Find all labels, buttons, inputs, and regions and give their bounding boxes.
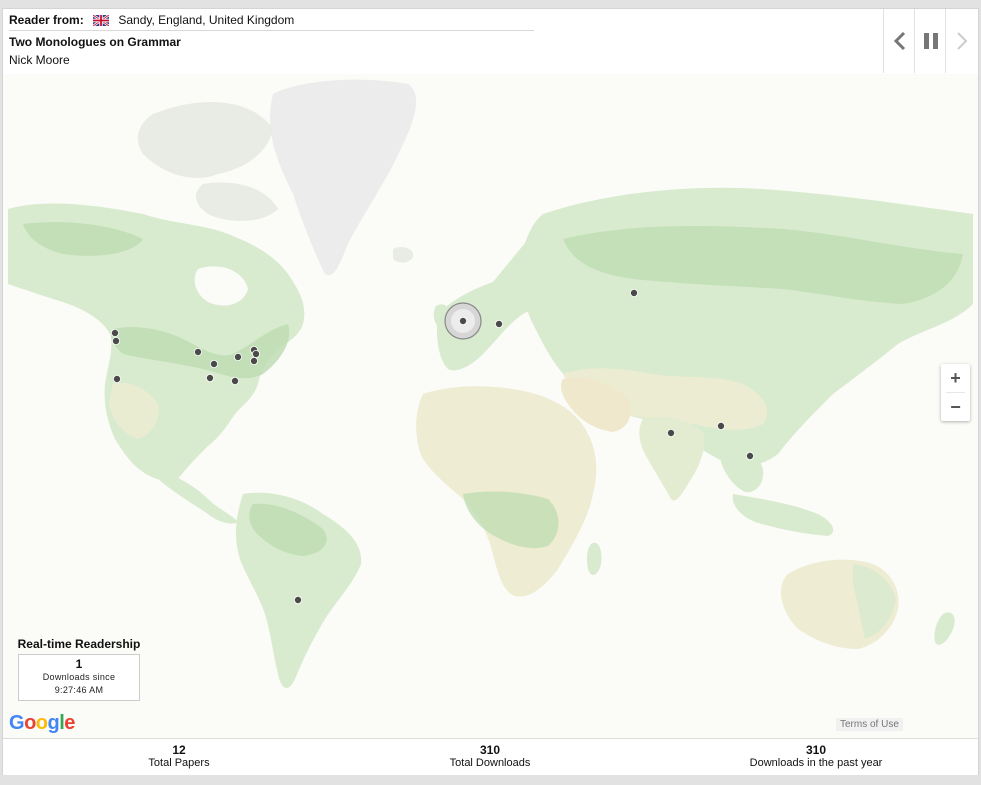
stat-label: Downloads in the past year [749, 757, 883, 769]
stat-value: 310 [479, 743, 501, 757]
realtime-readership: Real-time Readership 1 Downloads since 9… [11, 637, 147, 701]
map-canvas: Pacific Northwest, USOregon, US Californi… [8, 79, 973, 689]
zoom-out-button[interactable]: − [941, 393, 970, 421]
reader-marker[interactable]: Kentucky / Tennessee, US [230, 376, 239, 385]
previous-button[interactable] [883, 9, 915, 73]
reader-marker[interactable]: Russia [630, 288, 639, 297]
reader-marker[interactable]: India (Mumbai) [667, 428, 676, 437]
reader-location: Sandy, England, United Kingdom [118, 13, 295, 27]
downloads-since-label: Downloads since [42, 672, 116, 682]
reader-marker[interactable]: Sandy, England, United Kingdom [458, 316, 467, 325]
reader-marker[interactable]: Oregon, US [112, 336, 121, 345]
stats-footer: 12 Total Papers 310 Total Downloads 310 … [3, 738, 978, 775]
reader-marker[interactable]: Illinois, US [209, 359, 218, 368]
since-time: 9:27:46 AM [54, 685, 104, 695]
africa [416, 386, 597, 597]
reader-marker[interactable]: Bangladesh [717, 421, 726, 430]
stat-total-papers: 12 Total Papers [79, 743, 279, 770]
zoom-control: + − [941, 364, 970, 421]
pause-icon [923, 33, 938, 49]
realtime-count: 1 [75, 657, 83, 671]
central-america [153, 469, 238, 524]
header: Reader from: Sandy, England, United King… [3, 9, 978, 75]
paper-title[interactable]: Two Monologues on Grammar [9, 35, 181, 49]
realtime-counter: 1 Downloads since 9:27:46 AM [18, 654, 140, 701]
reader-marker[interactable]: Midwest, US [193, 347, 202, 356]
reader-marker[interactable]: Pennsylvania, US [251, 349, 260, 358]
paper-author[interactable]: Nick Moore [9, 53, 70, 67]
widget-frame: Reader from: Sandy, England, United King… [0, 0, 981, 785]
reader-marker[interactable]: Pacific Northwest, US [111, 328, 120, 337]
realtime-title: Real-time Readership [17, 637, 141, 651]
stat-label: Total Downloads [449, 757, 531, 769]
next-button[interactable] [945, 9, 977, 73]
zoom-in-button[interactable]: + [941, 364, 970, 392]
stat-total-downloads: 310 Total Downloads [390, 743, 590, 770]
google-logo[interactable]: Google [9, 712, 75, 735]
reader-marker[interactable]: Thailand / Malaysia [746, 451, 755, 460]
stat-label: Total Papers [148, 757, 210, 769]
reader-marker[interactable]: Ohio, US [233, 352, 242, 361]
reader-marker[interactable]: California, US [113, 374, 122, 383]
reader-marker[interactable]: Virginia, US [249, 356, 258, 365]
reader-marker[interactable]: Argentina [293, 596, 302, 605]
uk-flag-icon [92, 14, 110, 31]
terms-of-use-link[interactable]: Terms of Use [836, 718, 903, 731]
reader-marker[interactable]: Poland [494, 319, 503, 328]
reader-from-row: Reader from: Sandy, England, United King… [9, 12, 534, 31]
chevron-left-icon [893, 32, 905, 50]
stat-value: 12 [172, 743, 186, 757]
stat-value: 310 [805, 743, 827, 757]
reader-marker[interactable]: Missouri, US [205, 373, 214, 382]
arctic-islands [137, 102, 273, 178]
reader-from-label: Reader from: [9, 13, 84, 27]
pause-button[interactable] [914, 9, 946, 73]
chevron-right-icon [956, 32, 967, 50]
greenland [270, 79, 417, 276]
readership-panel: Reader from: Sandy, England, United King… [2, 8, 979, 775]
world-map[interactable]: Pacific Northwest, USOregon, US Californi… [3, 74, 978, 738]
stat-downloads-past-year: 310 Downloads in the past year [716, 743, 916, 770]
